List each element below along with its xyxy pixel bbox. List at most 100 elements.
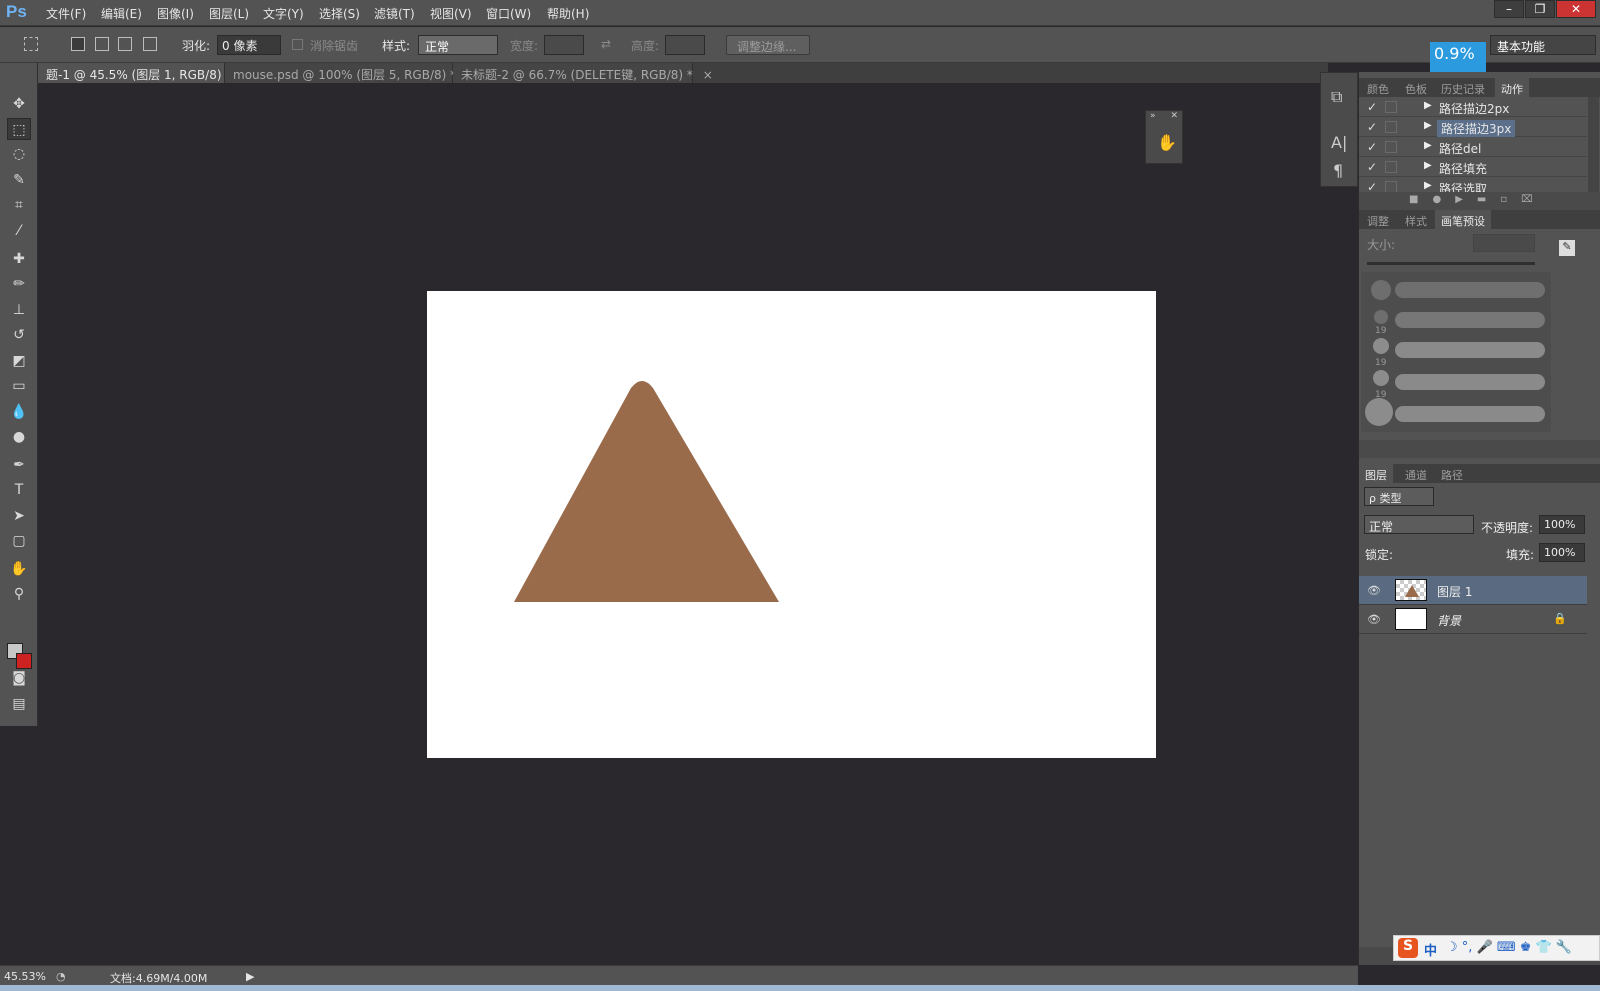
layer-filter-select[interactable]: ρ 类型 [1364,487,1434,506]
menu-view[interactable]: 视图(V) [430,5,472,22]
quick-mask-icon[interactable]: ◙ [7,667,31,689]
action-check[interactable]: ✓ [1367,120,1377,134]
eraser-tool-icon[interactable]: ◩ [7,350,31,372]
style-select[interactable]: 正常 [418,35,498,55]
expand-icon[interactable]: ▶ [1424,180,1432,191]
menu-image[interactable]: 图像(I) [157,5,194,22]
blend-mode-select[interactable]: 正常 [1364,515,1474,534]
brush-size-input[interactable] [1473,234,1535,252]
character-icon[interactable]: A| [1331,133,1347,152]
tab-document-2[interactable]: mouse.psd @ 100% (图层 5, RGB/8) * × [225,63,476,83]
actions-scrollbar[interactable] [1588,97,1599,193]
marquee-tool-icon[interactable]: ⬚ [7,118,31,140]
menu-layer[interactable]: 图层(L) [209,5,249,22]
expand-icon[interactable]: ▶ [1424,120,1432,131]
brush-size-slider[interactable] [1367,262,1535,265]
tool-presets-icon[interactable]: ✋ [1157,133,1177,152]
menu-window[interactable]: 窗口(W) [486,5,531,22]
status-info-icon[interactable]: ◔ [56,970,66,983]
stamp-tool-icon[interactable]: ⊥ [7,299,31,321]
tab-actions[interactable]: 动作 [1495,78,1529,97]
history-brush-tool-icon[interactable]: ↺ [7,324,31,346]
fill-input[interactable]: 100% [1539,543,1585,562]
opacity-input[interactable]: 100% [1539,515,1585,534]
new-selection-icon[interactable] [71,37,85,51]
trash-icon[interactable]: ⌧ [1521,194,1547,205]
screen-mode-icon[interactable]: ▤ [7,693,31,715]
tab-history[interactable]: 历史记录 [1441,81,1485,97]
action-check[interactable]: ✓ [1367,140,1377,154]
record-icon[interactable]: ● [1432,194,1455,205]
refine-edge-button[interactable]: 调整边缘... [726,35,810,55]
status-zoom[interactable]: 45.53% [4,970,46,983]
dialog-toggle[interactable] [1385,161,1397,173]
new-action-icon[interactable]: ▫ [1500,194,1521,205]
play-icon[interactable]: ▶ [1455,194,1477,205]
visibility-eye-icon[interactable]: 👁 [1367,613,1381,626]
antialias-checkbox[interactable] [292,39,303,50]
visibility-eye-icon[interactable]: 👁 [1367,584,1381,597]
path-select-tool-icon[interactable]: ➤ [7,505,31,527]
hand-tool-icon[interactable]: ✋ [7,558,31,580]
pen-tool-icon[interactable]: ✒ [7,454,31,476]
panel-close-icon[interactable]: ✕ [1170,111,1178,121]
type-tool-icon[interactable]: T [7,479,31,501]
folder-icon[interactable]: ▬ [1477,194,1500,205]
gradient-tool-icon[interactable]: ▭ [7,375,31,397]
workspace-select[interactable]: 基本功能 [1490,35,1596,55]
action-check[interactable]: ✓ [1367,160,1377,174]
tab-brush-presets[interactable]: 画笔预设 [1435,210,1491,229]
menu-type[interactable]: 文字(Y) [263,5,304,22]
brush-list[interactable]: 19 19 19 [1361,272,1551,432]
ime-mode[interactable]: 中 [1424,940,1437,959]
tab-color[interactable]: 颜色 [1367,81,1389,97]
tab-close-icon[interactable]: × [703,68,713,82]
dialog-toggle[interactable] [1385,141,1397,153]
shape-tool-icon[interactable]: ▢ [7,530,31,552]
tab-swatches[interactable]: 色板 [1405,81,1427,97]
layer-row[interactable]: 👁 背景 🔒 [1359,605,1587,634]
tab-adjustments[interactable]: 调整 [1367,213,1389,229]
subtract-selection-icon[interactable] [118,37,132,51]
menu-help[interactable]: 帮助(H) [547,5,589,22]
panel-collapse-icon[interactable]: » [1150,111,1156,121]
menu-select[interactable]: 选择(S) [319,5,360,22]
restore-button[interactable]: ❐ [1525,0,1555,18]
zoom-tool-icon[interactable]: ⚲ [7,583,31,605]
marquee-preset-icon[interactable] [24,37,38,51]
blur-tool-icon[interactable]: 💧 [7,401,31,423]
brush-tool-icon[interactable]: ✏ [7,273,31,295]
menu-file[interactable]: 文件(F) [46,5,86,22]
action-row[interactable]: ✓ ▶ 路径描边2px [1359,97,1587,117]
action-row[interactable]: ✓ ▶ 路径del [1359,137,1587,157]
status-menu-arrow-icon[interactable]: ▶ [246,970,254,983]
tab-document-3[interactable]: 未标题-2 @ 66.7% (DELETE键, RGB/8) * × [453,63,713,83]
add-selection-icon[interactable] [95,37,109,51]
action-row[interactable]: ✓ ▶ 路径填充 [1359,157,1587,177]
lasso-tool-icon[interactable]: ◌ [7,143,31,165]
paragraph-icon[interactable]: ¶ [1333,161,1343,180]
feather-input[interactable]: 0 像素 [217,35,281,55]
action-row[interactable]: ✓ ▶ 路径描边3px [1359,117,1587,137]
document-canvas[interactable] [427,291,1156,758]
eyedropper-tool-icon[interactable]: ⁄ [7,220,31,242]
menu-filter[interactable]: 滤镜(T) [374,5,415,22]
move-tool-icon[interactable]: ✥ [7,93,31,115]
cube-icon[interactable]: ⧉ [1331,87,1342,107]
ime-tools-icon[interactable]: ☽ °, 🎤 ⌨ ♚ 👕 🔧 [1446,940,1572,955]
tab-document-1[interactable]: 题-1 @ 45.5% (图层 1, RGB/8) * × [38,63,251,83]
close-button[interactable]: ✕ [1556,0,1596,18]
dodge-tool-icon[interactable]: ● [7,426,31,448]
healing-tool-icon[interactable]: ✚ [7,248,31,270]
width-input[interactable] [544,35,584,55]
layer-row[interactable]: 👁 图层 1 [1359,576,1587,605]
tab-channels[interactable]: 通道 [1405,467,1427,483]
crop-tool-icon[interactable]: ⌗ [7,194,31,216]
tab-paths[interactable]: 路径 [1441,467,1463,483]
expand-icon[interactable]: ▶ [1424,100,1432,111]
swap-icon[interactable]: ⇄ [601,37,611,51]
tab-styles[interactable]: 样式 [1405,213,1427,229]
brush-panel-icon[interactable]: ✎ [1559,240,1575,256]
intersect-selection-icon[interactable] [143,37,157,51]
menu-edit[interactable]: 编辑(E) [101,5,142,22]
